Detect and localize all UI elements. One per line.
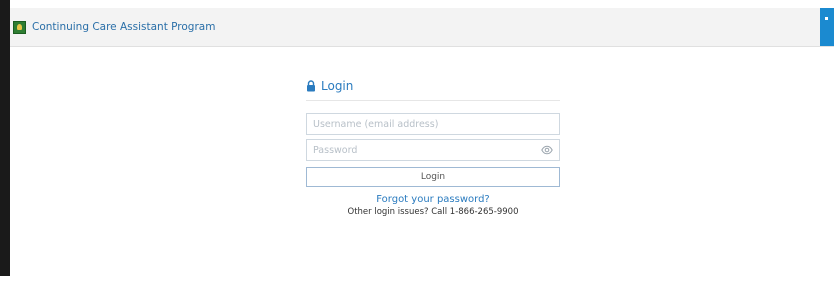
other-login-issues-text: Other login issues? Call 1-866-265-9900 — [347, 207, 519, 217]
forgot-password-link[interactable]: Forgot your password? — [306, 194, 560, 205]
eye-icon[interactable] — [541, 145, 553, 155]
login-panel: Login Login Forgot your password? Other … — [306, 74, 560, 217]
login-title: Login — [321, 79, 354, 93]
username-input[interactable] — [307, 114, 559, 134]
password-field-wrapper — [306, 139, 560, 161]
program-logo-icon — [13, 20, 26, 34]
username-field-wrapper — [306, 113, 560, 135]
window-bottom-edge — [0, 276, 834, 281]
header-corner-button[interactable] — [820, 8, 834, 46]
window-left-edge — [0, 0, 10, 281]
app-title[interactable]: Continuing Care Assistant Program — [32, 21, 215, 33]
login-header: Login — [306, 74, 560, 101]
app-header: Continuing Care Assistant Program — [10, 8, 834, 47]
password-input[interactable] — [307, 140, 559, 160]
window-top-edge — [0, 0, 834, 8]
login-button[interactable]: Login — [306, 167, 560, 187]
lock-icon — [307, 80, 315, 92]
